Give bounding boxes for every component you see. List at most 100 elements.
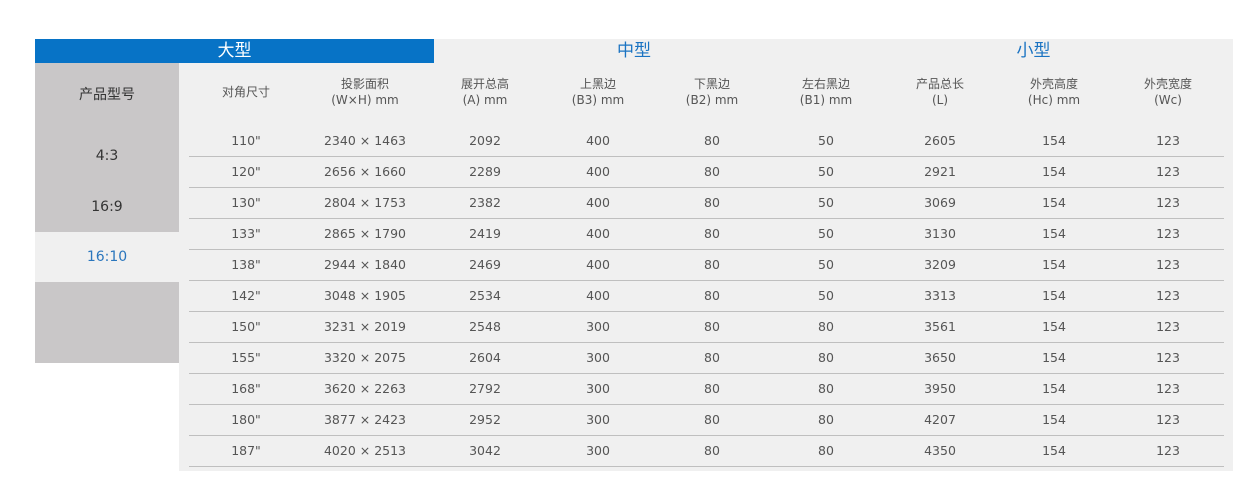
sidebar-item-16-9[interactable]: 16:9: [35, 195, 179, 219]
cell-total-height: 3042: [469, 443, 501, 458]
cell-diagonal-size: 180": [231, 412, 261, 427]
cell-diagonal-size: 187": [231, 443, 261, 458]
column-header-bottom-border: 下黑边 (B2) mm: [656, 63, 768, 121]
cell-bottom-border: 80: [704, 226, 720, 241]
sidebar-item-4-3[interactable]: 4:3: [35, 144, 179, 168]
cell-housing-height: 154: [1042, 288, 1066, 303]
cell-product-length: 3209: [924, 257, 956, 272]
cell-housing-height: 154: [1042, 412, 1066, 427]
cell-side-border: 50: [818, 164, 834, 179]
cell-top-border: 400: [586, 226, 610, 241]
cell-diagonal-size: 133": [231, 226, 261, 241]
cell-diagonal-size: 155": [231, 350, 261, 365]
cell-top-border: 300: [586, 350, 610, 365]
cell-bottom-border: 80: [704, 195, 720, 210]
cell-diagonal-size: 150": [231, 319, 261, 334]
cell-side-border: 50: [818, 257, 834, 272]
cell-diagonal-size: 168": [231, 381, 261, 396]
cell-projection-area: 2340 × 1463: [323, 133, 407, 148]
cell-bottom-border: 80: [704, 133, 720, 148]
cell-bottom-border: 80: [704, 350, 720, 365]
column-header-line: (B3) mm: [571, 93, 625, 107]
cell-product-length: 3650: [924, 350, 956, 365]
cell-total-height: 2419: [469, 226, 501, 241]
cell-diagonal-size: 138": [231, 257, 261, 272]
tab-medium[interactable]: 中型: [434, 39, 834, 63]
cell-housing-width: 123: [1156, 319, 1180, 334]
cell-housing-height: 154: [1042, 226, 1066, 241]
column-header-line: 投影面积: [340, 77, 389, 91]
column-header-line: 下黑边: [693, 77, 730, 91]
cell-diagonal-size: 130": [231, 195, 261, 210]
column-header-total-height: 展开总高 (A) mm: [429, 63, 541, 121]
spec-table: 对角尺寸 投影面积 (W×H) mm 展开总高 (A) mm 上黑边 (B3) mm 下黑边 (…: [179, 63, 1233, 471]
column-header-top-border: 上黑边 (B3) mm: [542, 63, 654, 121]
column-header-line: 外壳高度: [1029, 77, 1078, 91]
table-row: 130" 2804 × 1753 2382 400 80 50 3069 154 123: [189, 187, 1224, 219]
cell-top-border: 400: [586, 257, 610, 272]
cell-projection-area: 2944 × 1840: [323, 257, 407, 272]
cell-side-border: 50: [818, 195, 834, 210]
spec-table-widget: 大型 中型 小型 产品型号 4:3 16:9 16:10 对角尺寸 投影面积 (W×…: [35, 39, 1233, 471]
cell-product-length: 3561: [924, 319, 956, 334]
cell-product-length: 2605: [924, 133, 956, 148]
model-sidebar: 产品型号 4:3 16:9 16:10: [35, 63, 179, 363]
cell-projection-area: 3231 × 2019: [323, 319, 407, 334]
cell-product-length: 3069: [924, 195, 956, 210]
cell-top-border: 400: [586, 195, 610, 210]
cell-bottom-border: 80: [704, 257, 720, 272]
cell-housing-height: 154: [1042, 133, 1066, 148]
cell-side-border: 80: [818, 381, 834, 396]
cell-housing-height: 154: [1042, 257, 1066, 272]
column-header-line: (L): [931, 93, 949, 107]
cell-housing-width: 123: [1156, 195, 1180, 210]
cell-diagonal-size: 120": [231, 164, 261, 179]
column-header-line: 展开总高: [460, 77, 509, 91]
cell-projection-area: 3877 × 2423: [323, 412, 407, 427]
tab-large[interactable]: 大型: [35, 39, 434, 63]
table-row: 155" 3320 × 2075 2604 300 80 80 3650 154 123: [189, 342, 1224, 374]
cell-total-height: 2792: [469, 381, 501, 396]
column-header-housing-height: 外壳高度 (Hc) mm: [998, 63, 1110, 121]
cell-housing-height: 154: [1042, 381, 1066, 396]
cell-product-length: 3950: [924, 381, 956, 396]
cell-diagonal-size: 110": [231, 133, 261, 148]
table-row: 133" 2865 × 1790 2419 400 80 50 3130 154 123: [189, 218, 1224, 250]
cell-bottom-border: 80: [704, 319, 720, 334]
sidebar-item-16-10[interactable]: 16:10: [35, 232, 179, 282]
cell-product-length: 3313: [924, 288, 956, 303]
cell-product-length: 2921: [924, 164, 956, 179]
cell-housing-height: 154: [1042, 350, 1066, 365]
cell-side-border: 80: [818, 443, 834, 458]
table-row: 168" 3620 × 2263 2792 300 80 80 3950 154 123: [189, 373, 1224, 405]
cell-housing-height: 154: [1042, 319, 1066, 334]
cell-bottom-border: 80: [704, 443, 720, 458]
cell-top-border: 300: [586, 443, 610, 458]
column-header-line: (Wc): [1154, 93, 1182, 107]
column-header-projection-area: 投影面积 (W×H) mm: [309, 63, 421, 121]
table-row: 110" 2340 × 1463 2092 400 80 50 2605 154 123: [189, 125, 1224, 157]
cell-projection-area: 3320 × 2075: [323, 350, 407, 365]
column-header-product-length: 产品总长 (L): [884, 63, 996, 121]
tab-small[interactable]: 小型: [834, 39, 1233, 63]
cell-housing-height: 154: [1042, 195, 1066, 210]
cell-projection-area: 2656 × 1660: [323, 164, 407, 179]
cell-housing-width: 123: [1156, 257, 1180, 272]
cell-housing-height: 154: [1042, 443, 1066, 458]
cell-total-height: 2952: [469, 412, 501, 427]
column-header-line: (Hc) mm: [1027, 93, 1081, 107]
table-row: 187" 4020 × 2513 3042 300 80 80 4350 154 123: [189, 435, 1224, 467]
cell-bottom-border: 80: [704, 381, 720, 396]
cell-bottom-border: 80: [704, 288, 720, 303]
cell-top-border: 300: [586, 412, 610, 427]
cell-product-length: 3130: [924, 226, 956, 241]
column-header-line: 产品总长: [915, 77, 964, 91]
sidebar-header: 产品型号: [79, 87, 135, 103]
column-header-diagonal-size: 对角尺寸: [190, 63, 302, 121]
cell-housing-width: 123: [1156, 443, 1180, 458]
cell-total-height: 2382: [469, 195, 501, 210]
cell-side-border: 50: [818, 133, 834, 148]
cell-total-height: 2534: [469, 288, 501, 303]
cell-housing-width: 123: [1156, 133, 1180, 148]
cell-top-border: 400: [586, 164, 610, 179]
